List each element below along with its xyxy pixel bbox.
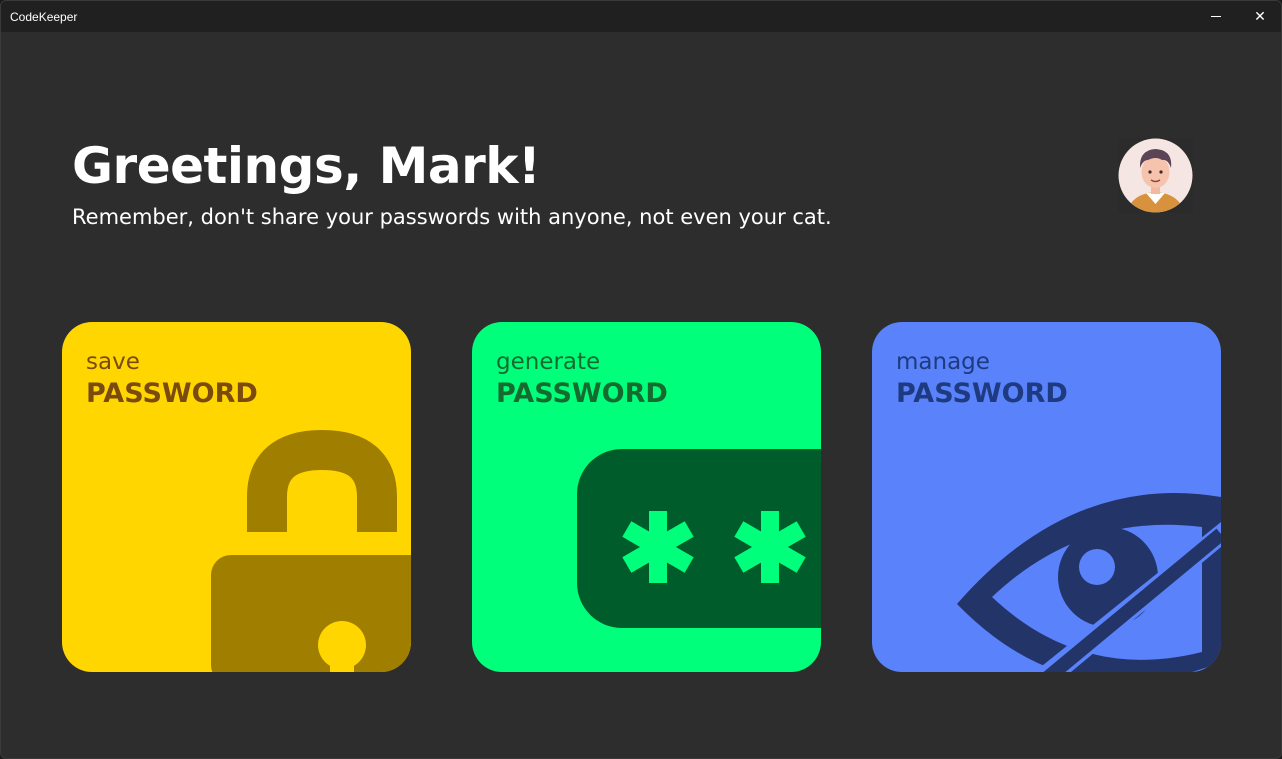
card-top-label: manage [896,349,990,375]
close-icon: ✕ [1254,8,1266,24]
save-password-card[interactable]: save PASSWORD [62,322,411,672]
minimize-icon [1211,16,1221,17]
window-title: CodeKeeper [10,10,78,24]
close-button[interactable]: ✕ [1237,1,1281,32]
card-bottom-label: PASSWORD [496,378,668,409]
card-bottom-label: PASSWORD [86,378,258,409]
app-window: CodeKeeper ✕ Greetings, Mark! Remember, … [0,0,1282,759]
title-bar[interactable]: CodeKeeper ✕ [1,1,1281,32]
manage-password-card[interactable]: manage PASSWORD [872,322,1221,672]
greeting-subtitle: Remember, don't share your passwords wit… [72,205,832,229]
card-top-label: generate [496,349,601,375]
greeting-heading: Greetings, Mark! [72,137,541,195]
user-avatar[interactable] [1118,138,1193,213]
generate-password-card[interactable]: generate PASSWORD [472,322,821,672]
minimize-button[interactable] [1193,1,1239,32]
avatar-icon [1118,138,1193,213]
card-top-label: save [86,349,140,375]
card-bottom-label: PASSWORD [896,378,1068,409]
